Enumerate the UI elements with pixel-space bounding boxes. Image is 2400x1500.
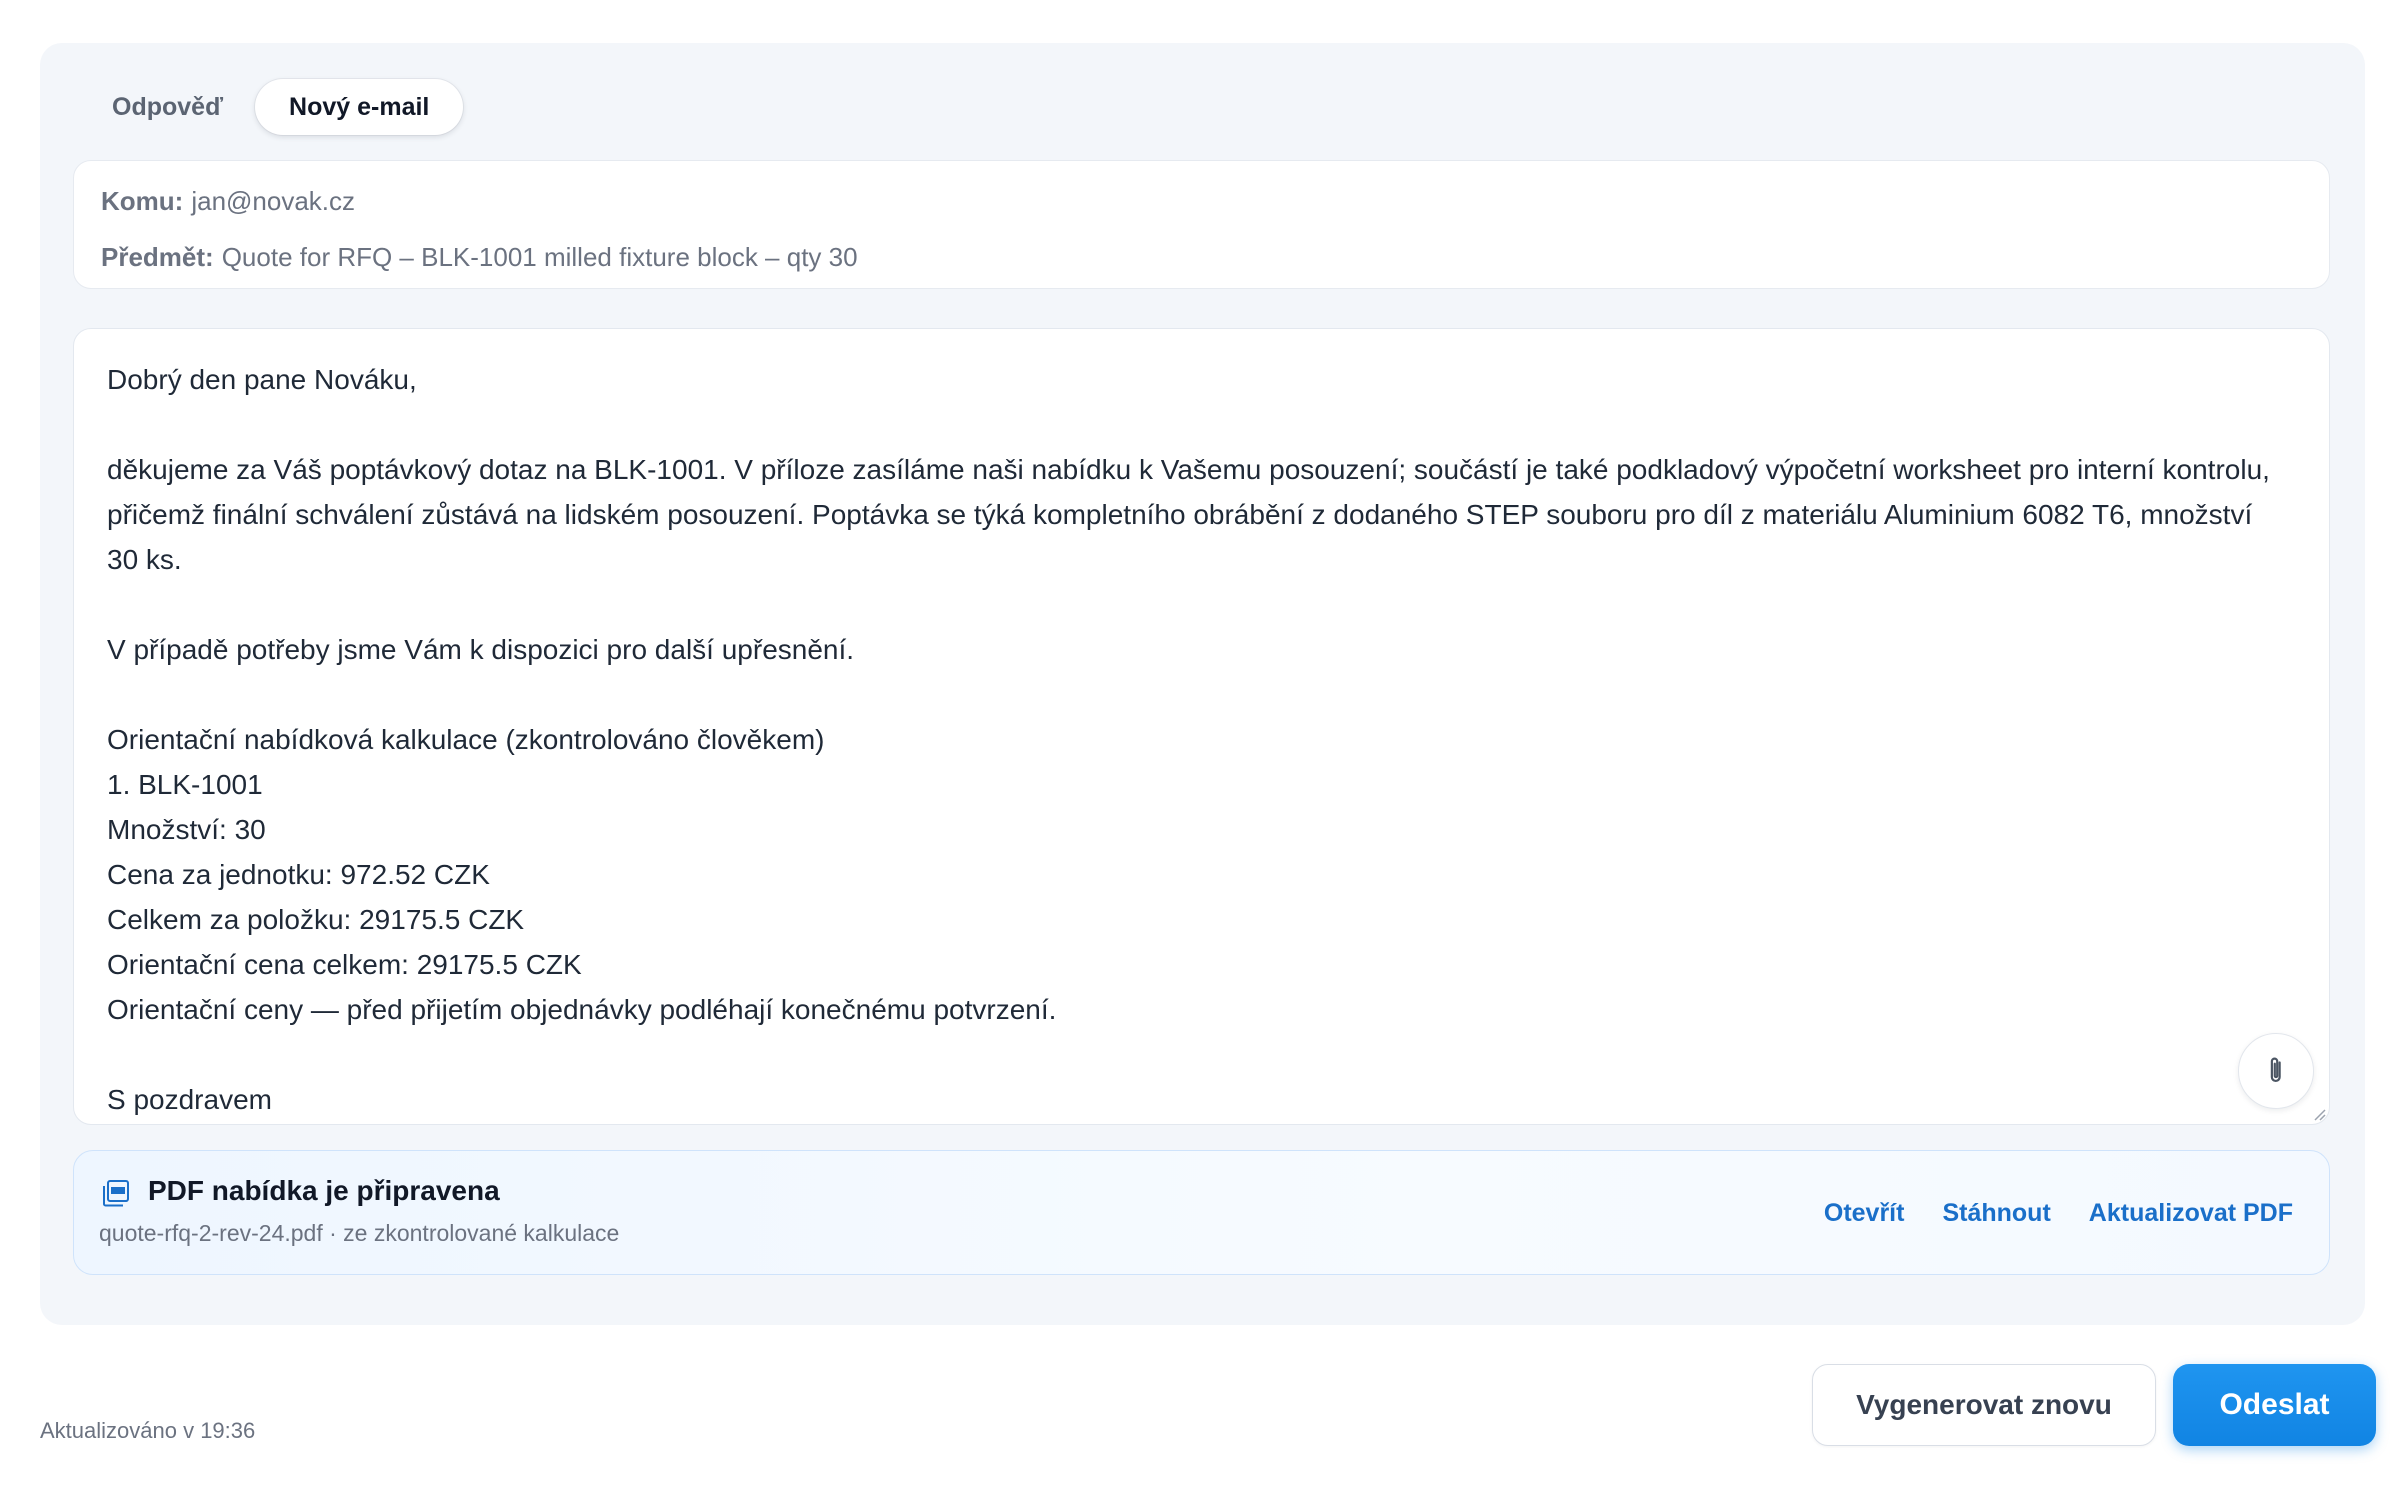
recipient-label: Komu:	[101, 186, 184, 216]
pdf-file-info: quote-rfq-2-rev-24.pdf · ze zkontrolovan…	[99, 1220, 620, 1246]
pdf-actions: Otevřít Stáhnout Aktualizovat PDF	[1824, 1151, 2293, 1276]
email-body-text[interactable]: Dobrý den pane Nováku, děkujeme za Váš p…	[107, 357, 2287, 1122]
email-composer-panel: Odpověď Nový e-mail Komu: jan@novak.cz Př…	[40, 43, 2365, 1325]
calc-line-total-line: Celkem za položku: 29175.5 CZK	[107, 904, 525, 935]
subject-label: Předmět:	[101, 242, 214, 272]
email-body-editor[interactable]: Dobrý den pane Nováku, děkujeme za Váš p…	[73, 328, 2330, 1125]
attach-file-button[interactable]	[2238, 1033, 2314, 1109]
intro-paragraph: děkujeme za Váš poptávkový dotaz na BLK-…	[107, 454, 2270, 575]
closing-line: S pozdravem	[107, 1084, 272, 1115]
tab-new-email[interactable]: Nový e-mail	[255, 79, 464, 135]
availability-paragraph: V případě potřeby jsme Vám k dispozici p…	[107, 634, 855, 665]
recipient-row[interactable]: Komu: jan@novak.cz	[101, 186, 355, 217]
calc-unit-price-line: Cena za jednotku: 972.52 CZK	[107, 859, 490, 890]
update-pdf-link[interactable]: Aktualizovat PDF	[2089, 1199, 2293, 1228]
calc-note-line: Orientační ceny — před přijetím objednáv…	[107, 994, 1057, 1025]
subject-value: Quote for RFQ – BLK-1001 milled fixture …	[221, 242, 858, 272]
composer-tabs: Odpověď Nový e-mail	[80, 79, 464, 135]
calc-total-line: Orientační cena celkem: 29175.5 CZK	[107, 949, 582, 980]
open-pdf-link[interactable]: Otevřít	[1824, 1199, 1905, 1228]
calc-title-line: Orientační nabídková kalkulace (zkontrol…	[107, 724, 825, 755]
subject-row[interactable]: Předmět: Quote for RFQ – BLK-1001 milled …	[101, 242, 858, 273]
paperclip-icon	[2270, 1057, 2281, 1083]
regenerate-button[interactable]: Vygenerovat znovu	[1812, 1364, 2156, 1446]
send-button[interactable]: Odeslat	[2173, 1364, 2376, 1446]
pdf-ready-title: PDF nabídka je připravena	[148, 1175, 500, 1206]
calc-qty-line: Množství: 30	[107, 814, 266, 845]
pdf-file-icon	[103, 1180, 129, 1207]
download-pdf-link[interactable]: Stáhnout	[1942, 1199, 2050, 1228]
pdf-ready-card: PDF nabídka je připravena quote-rfq-2-re…	[73, 1150, 2330, 1275]
resize-handle-icon[interactable]	[2312, 1107, 2326, 1121]
email-header-fields: Komu: jan@novak.cz Předmět: Quote for RFQ …	[73, 160, 2330, 289]
calc-item-line: 1. BLK-1001	[107, 769, 263, 800]
last-updated-text: Aktualizováno v 19:36	[40, 1418, 256, 1443]
recipient-value: jan@novak.cz	[191, 186, 356, 216]
tab-reply[interactable]: Odpověď	[80, 79, 237, 135]
greeting-line: Dobrý den pane Nováku,	[107, 364, 417, 395]
